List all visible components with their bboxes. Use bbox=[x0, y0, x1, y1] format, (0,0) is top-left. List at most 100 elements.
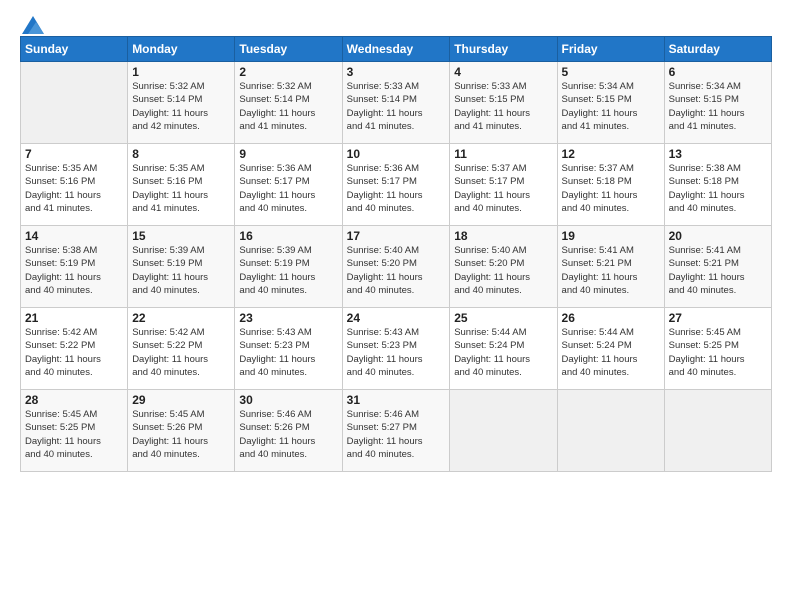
day-info: Sunrise: 5:33 AM Sunset: 5:15 PM Dayligh… bbox=[454, 80, 552, 133]
day-info: Sunrise: 5:35 AM Sunset: 5:16 PM Dayligh… bbox=[25, 162, 123, 215]
week-row-5: 28Sunrise: 5:45 AM Sunset: 5:25 PM Dayli… bbox=[21, 390, 772, 472]
day-cell bbox=[450, 390, 557, 472]
day-cell: 16Sunrise: 5:39 AM Sunset: 5:19 PM Dayli… bbox=[235, 226, 342, 308]
day-info: Sunrise: 5:32 AM Sunset: 5:14 PM Dayligh… bbox=[132, 80, 230, 133]
header bbox=[20, 18, 772, 30]
day-number: 17 bbox=[347, 229, 446, 243]
day-number: 20 bbox=[669, 229, 767, 243]
day-cell: 5Sunrise: 5:34 AM Sunset: 5:15 PM Daylig… bbox=[557, 62, 664, 144]
day-info: Sunrise: 5:37 AM Sunset: 5:18 PM Dayligh… bbox=[562, 162, 660, 215]
day-number: 10 bbox=[347, 147, 446, 161]
day-info: Sunrise: 5:46 AM Sunset: 5:27 PM Dayligh… bbox=[347, 408, 446, 461]
day-number: 13 bbox=[669, 147, 767, 161]
day-cell: 18Sunrise: 5:40 AM Sunset: 5:20 PM Dayli… bbox=[450, 226, 557, 308]
day-cell: 2Sunrise: 5:32 AM Sunset: 5:14 PM Daylig… bbox=[235, 62, 342, 144]
day-cell: 27Sunrise: 5:45 AM Sunset: 5:25 PM Dayli… bbox=[664, 308, 771, 390]
day-number: 3 bbox=[347, 65, 446, 79]
day-info: Sunrise: 5:39 AM Sunset: 5:19 PM Dayligh… bbox=[239, 244, 337, 297]
day-cell: 15Sunrise: 5:39 AM Sunset: 5:19 PM Dayli… bbox=[128, 226, 235, 308]
day-cell: 11Sunrise: 5:37 AM Sunset: 5:17 PM Dayli… bbox=[450, 144, 557, 226]
day-cell bbox=[21, 62, 128, 144]
day-number: 12 bbox=[562, 147, 660, 161]
day-number: 5 bbox=[562, 65, 660, 79]
day-cell: 13Sunrise: 5:38 AM Sunset: 5:18 PM Dayli… bbox=[664, 144, 771, 226]
day-number: 6 bbox=[669, 65, 767, 79]
day-cell: 25Sunrise: 5:44 AM Sunset: 5:24 PM Dayli… bbox=[450, 308, 557, 390]
day-cell: 10Sunrise: 5:36 AM Sunset: 5:17 PM Dayli… bbox=[342, 144, 450, 226]
day-info: Sunrise: 5:41 AM Sunset: 5:21 PM Dayligh… bbox=[562, 244, 660, 297]
day-cell: 17Sunrise: 5:40 AM Sunset: 5:20 PM Dayli… bbox=[342, 226, 450, 308]
week-row-3: 14Sunrise: 5:38 AM Sunset: 5:19 PM Dayli… bbox=[21, 226, 772, 308]
day-cell: 31Sunrise: 5:46 AM Sunset: 5:27 PM Dayli… bbox=[342, 390, 450, 472]
day-cell: 14Sunrise: 5:38 AM Sunset: 5:19 PM Dayli… bbox=[21, 226, 128, 308]
header-cell-tuesday: Tuesday bbox=[235, 37, 342, 62]
day-info: Sunrise: 5:40 AM Sunset: 5:20 PM Dayligh… bbox=[347, 244, 446, 297]
day-number: 23 bbox=[239, 311, 337, 325]
day-info: Sunrise: 5:43 AM Sunset: 5:23 PM Dayligh… bbox=[347, 326, 446, 379]
day-cell: 1Sunrise: 5:32 AM Sunset: 5:14 PM Daylig… bbox=[128, 62, 235, 144]
day-cell: 30Sunrise: 5:46 AM Sunset: 5:26 PM Dayli… bbox=[235, 390, 342, 472]
day-info: Sunrise: 5:40 AM Sunset: 5:20 PM Dayligh… bbox=[454, 244, 552, 297]
day-info: Sunrise: 5:33 AM Sunset: 5:14 PM Dayligh… bbox=[347, 80, 446, 133]
day-info: Sunrise: 5:45 AM Sunset: 5:25 PM Dayligh… bbox=[669, 326, 767, 379]
day-info: Sunrise: 5:44 AM Sunset: 5:24 PM Dayligh… bbox=[562, 326, 660, 379]
header-cell-wednesday: Wednesday bbox=[342, 37, 450, 62]
day-cell: 4Sunrise: 5:33 AM Sunset: 5:15 PM Daylig… bbox=[450, 62, 557, 144]
week-row-1: 1Sunrise: 5:32 AM Sunset: 5:14 PM Daylig… bbox=[21, 62, 772, 144]
day-cell: 24Sunrise: 5:43 AM Sunset: 5:23 PM Dayli… bbox=[342, 308, 450, 390]
day-cell: 8Sunrise: 5:35 AM Sunset: 5:16 PM Daylig… bbox=[128, 144, 235, 226]
week-row-4: 21Sunrise: 5:42 AM Sunset: 5:22 PM Dayli… bbox=[21, 308, 772, 390]
day-number: 28 bbox=[25, 393, 123, 407]
day-number: 29 bbox=[132, 393, 230, 407]
day-cell: 26Sunrise: 5:44 AM Sunset: 5:24 PM Dayli… bbox=[557, 308, 664, 390]
day-info: Sunrise: 5:44 AM Sunset: 5:24 PM Dayligh… bbox=[454, 326, 552, 379]
day-cell: 19Sunrise: 5:41 AM Sunset: 5:21 PM Dayli… bbox=[557, 226, 664, 308]
week-row-2: 7Sunrise: 5:35 AM Sunset: 5:16 PM Daylig… bbox=[21, 144, 772, 226]
day-cell: 28Sunrise: 5:45 AM Sunset: 5:25 PM Dayli… bbox=[21, 390, 128, 472]
calendar-page: SundayMondayTuesdayWednesdayThursdayFrid… bbox=[0, 0, 792, 612]
day-number: 8 bbox=[132, 147, 230, 161]
day-number: 30 bbox=[239, 393, 337, 407]
day-cell: 3Sunrise: 5:33 AM Sunset: 5:14 PM Daylig… bbox=[342, 62, 450, 144]
day-info: Sunrise: 5:32 AM Sunset: 5:14 PM Dayligh… bbox=[239, 80, 337, 133]
day-number: 22 bbox=[132, 311, 230, 325]
day-info: Sunrise: 5:42 AM Sunset: 5:22 PM Dayligh… bbox=[25, 326, 123, 379]
header-cell-saturday: Saturday bbox=[664, 37, 771, 62]
day-number: 18 bbox=[454, 229, 552, 243]
header-cell-thursday: Thursday bbox=[450, 37, 557, 62]
day-number: 15 bbox=[132, 229, 230, 243]
day-number: 25 bbox=[454, 311, 552, 325]
logo-text bbox=[20, 18, 44, 34]
day-cell: 6Sunrise: 5:34 AM Sunset: 5:15 PM Daylig… bbox=[664, 62, 771, 144]
day-cell: 12Sunrise: 5:37 AM Sunset: 5:18 PM Dayli… bbox=[557, 144, 664, 226]
logo bbox=[20, 18, 44, 30]
day-number: 16 bbox=[239, 229, 337, 243]
day-number: 21 bbox=[25, 311, 123, 325]
day-cell: 20Sunrise: 5:41 AM Sunset: 5:21 PM Dayli… bbox=[664, 226, 771, 308]
day-cell: 29Sunrise: 5:45 AM Sunset: 5:26 PM Dayli… bbox=[128, 390, 235, 472]
day-cell bbox=[664, 390, 771, 472]
day-info: Sunrise: 5:42 AM Sunset: 5:22 PM Dayligh… bbox=[132, 326, 230, 379]
day-info: Sunrise: 5:45 AM Sunset: 5:26 PM Dayligh… bbox=[132, 408, 230, 461]
day-number: 4 bbox=[454, 65, 552, 79]
day-info: Sunrise: 5:34 AM Sunset: 5:15 PM Dayligh… bbox=[669, 80, 767, 133]
day-number: 11 bbox=[454, 147, 552, 161]
calendar-body: 1Sunrise: 5:32 AM Sunset: 5:14 PM Daylig… bbox=[21, 62, 772, 472]
calendar-table: SundayMondayTuesdayWednesdayThursdayFrid… bbox=[20, 36, 772, 472]
day-number: 7 bbox=[25, 147, 123, 161]
day-number: 31 bbox=[347, 393, 446, 407]
day-info: Sunrise: 5:34 AM Sunset: 5:15 PM Dayligh… bbox=[562, 80, 660, 133]
logo-icon bbox=[22, 16, 44, 34]
day-cell bbox=[557, 390, 664, 472]
day-info: Sunrise: 5:36 AM Sunset: 5:17 PM Dayligh… bbox=[347, 162, 446, 215]
day-info: Sunrise: 5:36 AM Sunset: 5:17 PM Dayligh… bbox=[239, 162, 337, 215]
day-info: Sunrise: 5:39 AM Sunset: 5:19 PM Dayligh… bbox=[132, 244, 230, 297]
day-number: 14 bbox=[25, 229, 123, 243]
day-cell: 23Sunrise: 5:43 AM Sunset: 5:23 PM Dayli… bbox=[235, 308, 342, 390]
header-cell-monday: Monday bbox=[128, 37, 235, 62]
day-info: Sunrise: 5:38 AM Sunset: 5:18 PM Dayligh… bbox=[669, 162, 767, 215]
day-cell: 9Sunrise: 5:36 AM Sunset: 5:17 PM Daylig… bbox=[235, 144, 342, 226]
day-info: Sunrise: 5:35 AM Sunset: 5:16 PM Dayligh… bbox=[132, 162, 230, 215]
day-number: 9 bbox=[239, 147, 337, 161]
day-number: 27 bbox=[669, 311, 767, 325]
